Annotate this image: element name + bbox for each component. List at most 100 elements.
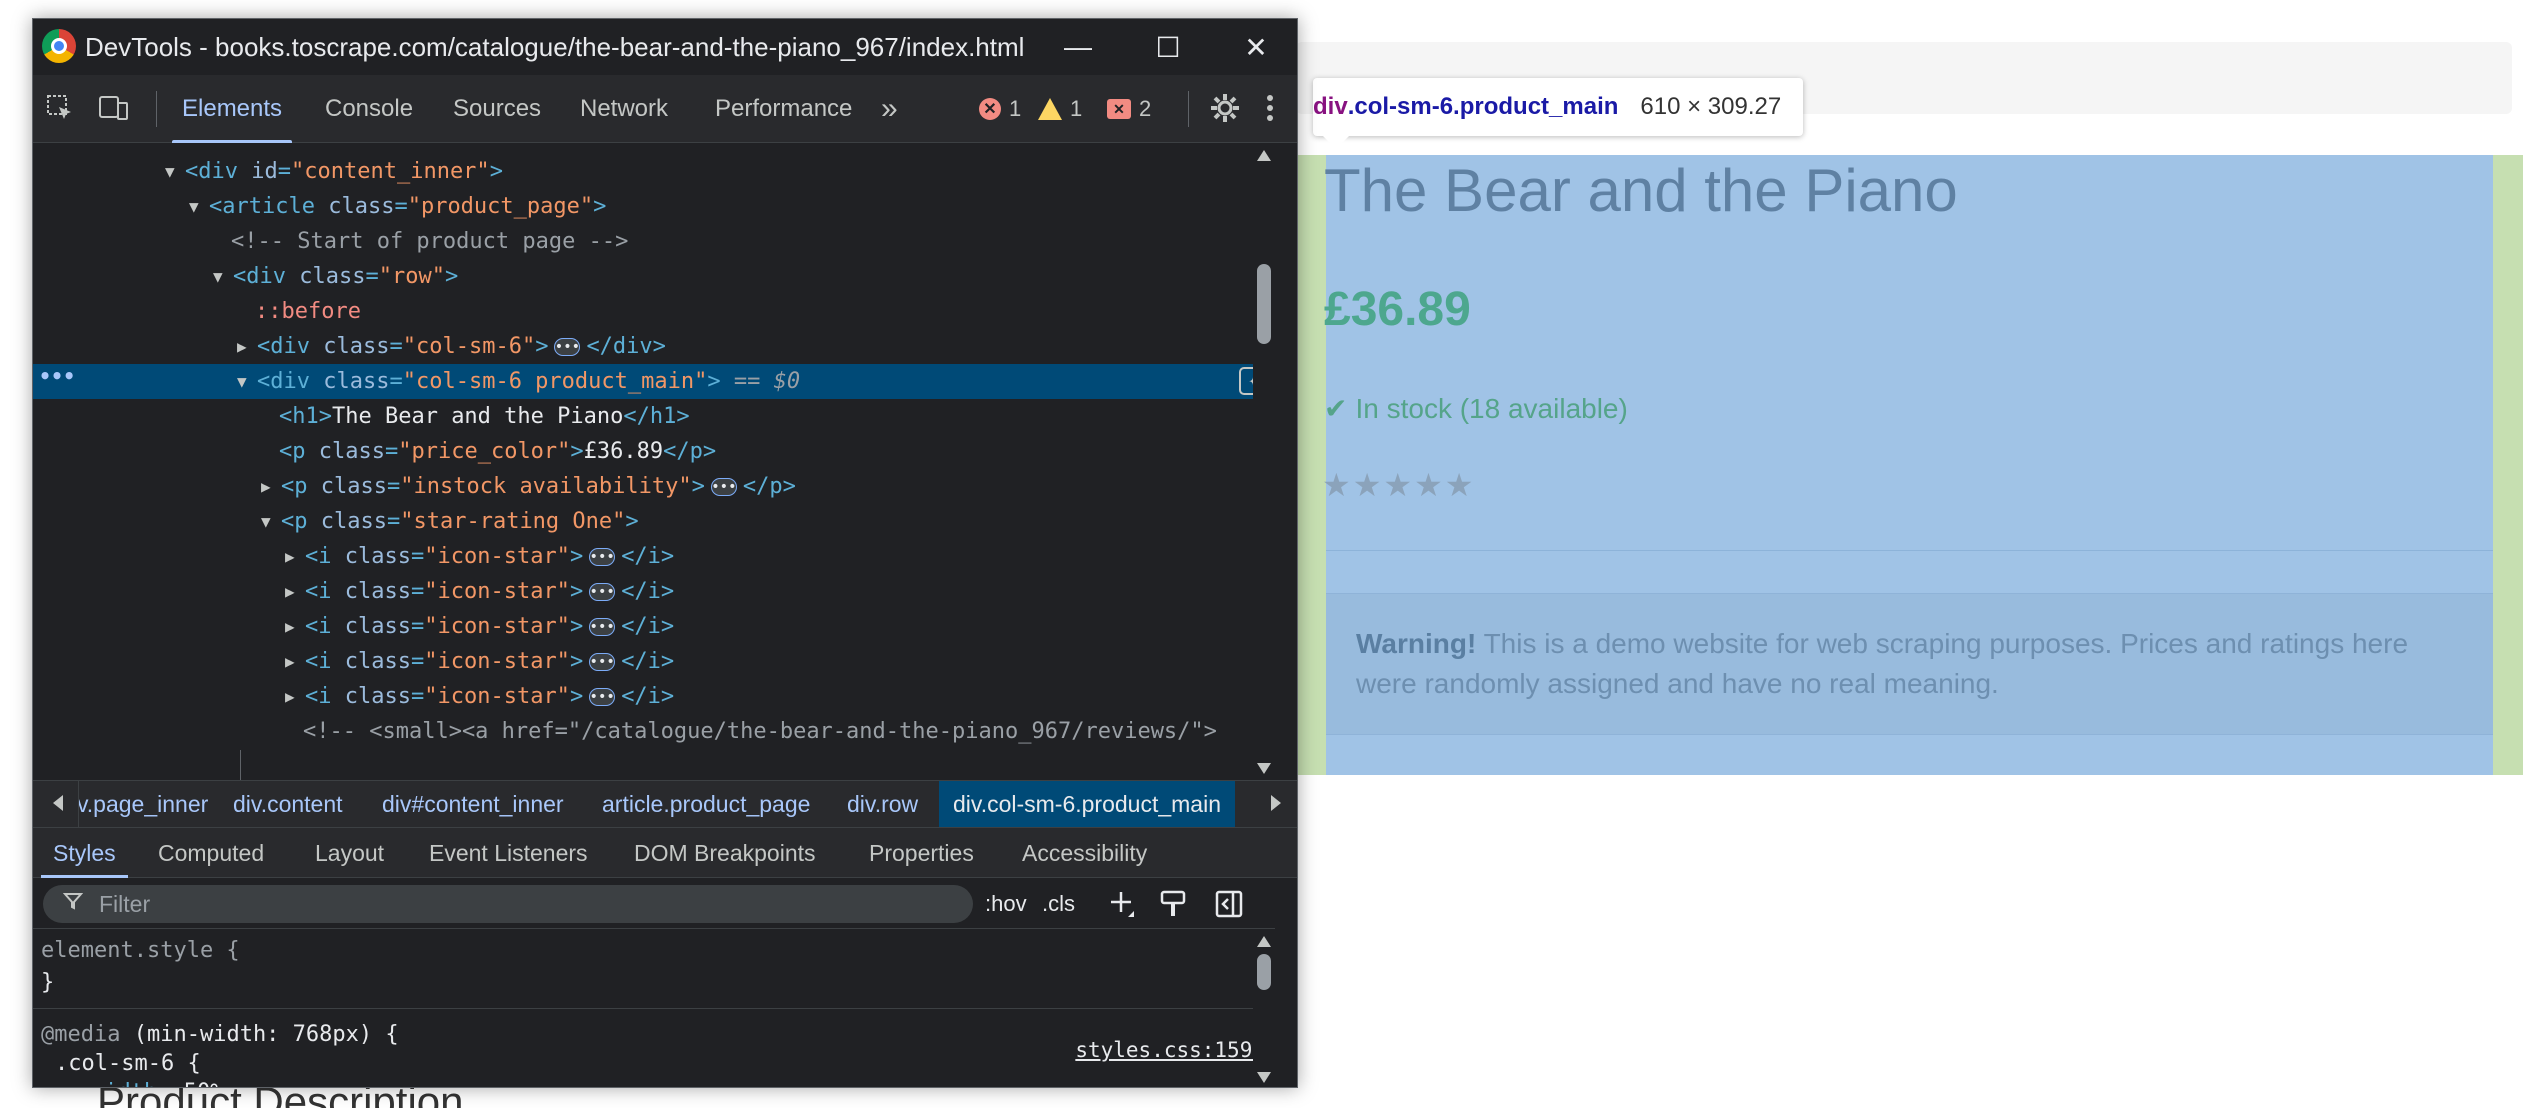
scroll-up-icon[interactable]	[1257, 150, 1271, 161]
expand-triangle-icon[interactable]: ▶	[237, 337, 257, 356]
expand-triangle-icon[interactable]: ▶	[285, 547, 305, 566]
tree-node[interactable]: ▼ <p class = "star-rating One" >	[33, 504, 1275, 539]
tree-comment[interactable]: <!-- <small><a href="/catalogue/the-bear…	[33, 714, 1275, 749]
chevron-left-icon[interactable]	[53, 795, 63, 811]
error-count-badge[interactable]: ✕ 1	[979, 95, 1021, 123]
tab-sources[interactable]: Sources	[453, 75, 541, 143]
inspect-element-icon[interactable]	[41, 89, 79, 127]
css-selector[interactable]: .col-sm-6 {	[55, 1051, 201, 1076]
chevron-right-icon[interactable]	[1271, 795, 1281, 811]
elements-tree[interactable]: ▼ < div id = "content_inner" > ▼ < article clas…	[33, 144, 1275, 780]
ellipsis-icon[interactable]: •••	[589, 687, 616, 706]
subtab-styles[interactable]: Styles	[41, 828, 128, 878]
tree-node[interactable]: ▶ <i class = "icon-star" > ••• </i>	[33, 574, 1275, 609]
collapse-triangle-icon[interactable]: ▼	[213, 267, 233, 286]
ellipsis-icon[interactable]: •••	[589, 652, 616, 671]
warning-count-badge[interactable]: 1	[1038, 95, 1082, 123]
dom-breadcrumbs: v.page_inner div.content div#content_inn…	[33, 780, 1297, 828]
scroll-down-icon[interactable]	[1257, 1072, 1271, 1083]
tree-comment[interactable]: <!-- Start of product page -->	[33, 224, 1275, 259]
elements-scrollbar[interactable]	[1253, 144, 1275, 780]
collapse-triangle-icon[interactable]: ▼	[261, 512, 281, 531]
tree-node[interactable]: ▶ <i class = "icon-star" > ••• </i>	[33, 609, 1275, 644]
close-button[interactable]: ✕	[1211, 19, 1297, 75]
expand-triangle-icon[interactable]: ▶	[285, 652, 305, 671]
issues-count-badge[interactable]: ✕ 2	[1107, 95, 1151, 123]
product-stock: ✔ In stock (18 available)	[1324, 392, 1628, 425]
breadcrumb-item[interactable]: v.page_inner	[77, 781, 208, 827]
tree-node[interactable]: <h1> The Bear and the Piano </h1>	[33, 399, 1275, 434]
collapse-triangle-icon[interactable]: ▼	[165, 162, 185, 181]
tree-pseudo[interactable]: ::before	[33, 294, 1275, 329]
collapse-triangle-icon[interactable]: ▼	[189, 197, 209, 216]
warning-icon	[1038, 98, 1062, 120]
more-tabs-chevron-icon[interactable]: »	[881, 75, 898, 143]
subtab-dom-breakpoints[interactable]: DOM Breakpoints	[634, 828, 816, 878]
breadcrumb-item[interactable]: article.product_page	[602, 781, 810, 827]
node-actions-icon[interactable]: •••	[39, 364, 75, 388]
scroll-thumb[interactable]	[1257, 954, 1271, 990]
tree-node-selected[interactable]: ••• ▼ < div class = "col-sm-6 product_main" >…	[33, 364, 1275, 399]
expand-triangle-icon[interactable]: ▶	[285, 582, 305, 601]
breadcrumb-item-active[interactable]: div.col-sm-6.product_main	[939, 781, 1236, 827]
collapse-triangle-icon[interactable]: ▼	[237, 372, 257, 391]
window-titlebar[interactable]: DevTools - books.toscrape.com/catalogue/…	[33, 19, 1297, 75]
device-toolbar-icon[interactable]	[95, 89, 133, 127]
paint-brush-icon[interactable]	[1153, 887, 1193, 921]
expand-triangle-icon[interactable]: ▶	[261, 477, 281, 496]
css-property[interactable]: width: 50%;	[91, 1080, 237, 1087]
breadcrumb-item[interactable]: div.content	[233, 781, 343, 827]
tree-node[interactable]: ▼ < div id = "content_inner" >	[33, 154, 1275, 189]
more-options-icon[interactable]	[1251, 89, 1289, 127]
filter-icon	[62, 891, 84, 917]
subtab-event-listeners[interactable]: Event Listeners	[429, 828, 588, 878]
tree-node[interactable]: ▼ < div class = "row" >	[33, 259, 1275, 294]
scroll-up-icon[interactable]	[1257, 936, 1271, 947]
star-rating: ★★★★★	[1322, 467, 1476, 503]
tab-console[interactable]: Console	[325, 75, 413, 143]
styles-filter-input[interactable]	[99, 890, 939, 918]
subtab-properties[interactable]: Properties	[869, 828, 974, 878]
expand-triangle-icon[interactable]: ▶	[285, 687, 305, 706]
ellipsis-icon[interactable]: •••	[589, 617, 616, 636]
scroll-thumb[interactable]	[1257, 264, 1271, 344]
tab-performance[interactable]: Performance	[715, 75, 852, 143]
tree-node[interactable]: ▶ < div class = "col-sm-6" > ••• </div>	[33, 329, 1275, 364]
tree-node[interactable]: ▶ <i class = "icon-star" > ••• </i>	[33, 644, 1275, 679]
breadcrumb-scroll-left[interactable]	[33, 781, 79, 827]
ellipsis-icon[interactable]: •••	[589, 547, 616, 566]
breadcrumb-item[interactable]: div#content_inner	[382, 781, 564, 827]
ellipsis-icon[interactable]: •••	[589, 582, 616, 601]
tree-node[interactable]: ▶ <i class = "icon-star" > ••• </i>	[33, 679, 1275, 714]
error-icon: ✕	[979, 98, 1001, 120]
tooltip-tag: div	[1313, 93, 1348, 120]
media-query: @media (min-width: 768px) {	[41, 1022, 399, 1047]
new-style-rule-icon[interactable]	[1103, 887, 1143, 921]
filter-box[interactable]	[43, 885, 973, 923]
styles-scrollbar[interactable]	[1253, 930, 1275, 1087]
styles-pane[interactable]: element.style { } @media (min-width: 768…	[33, 930, 1275, 1087]
rule-close-brace: }	[41, 970, 55, 995]
tab-network[interactable]: Network	[580, 75, 668, 143]
tree-node[interactable]: ▶ <p class = "instock availability" > ••• </p>	[33, 469, 1275, 504]
hover-state-button[interactable]: :hov	[985, 887, 1027, 921]
tree-node[interactable]: ▶ <i class = "icon-star" > ••• </i>	[33, 539, 1275, 574]
class-toggle-button[interactable]: .cls	[1042, 887, 1075, 921]
maximize-button[interactable]: ☐	[1123, 19, 1213, 75]
expand-triangle-icon[interactable]: ▶	[285, 617, 305, 636]
subtab-accessibility[interactable]: Accessibility	[1022, 828, 1147, 878]
ellipsis-icon[interactable]: •••	[710, 477, 737, 496]
ellipsis-icon[interactable]: •••	[554, 337, 581, 356]
minimize-button[interactable]: —	[1033, 19, 1123, 75]
element-style-rule[interactable]: element.style {	[41, 938, 240, 963]
subtab-layout[interactable]: Layout	[315, 828, 384, 878]
breadcrumb-item[interactable]: div.row	[847, 781, 918, 827]
stylesheet-source-link[interactable]: styles.css:1592	[1075, 1038, 1265, 1062]
toggle-sidebar-icon[interactable]	[1209, 887, 1249, 921]
tab-elements[interactable]: Elements	[171, 75, 293, 143]
scroll-down-icon[interactable]	[1257, 763, 1271, 774]
subtab-computed[interactable]: Computed	[158, 828, 264, 878]
tree-node[interactable]: <p class = "price_color" > £36.89 </p>	[33, 434, 1275, 469]
tree-node[interactable]: ▼ < article class = "product_page" >	[33, 189, 1275, 224]
gear-icon[interactable]	[1206, 89, 1244, 127]
